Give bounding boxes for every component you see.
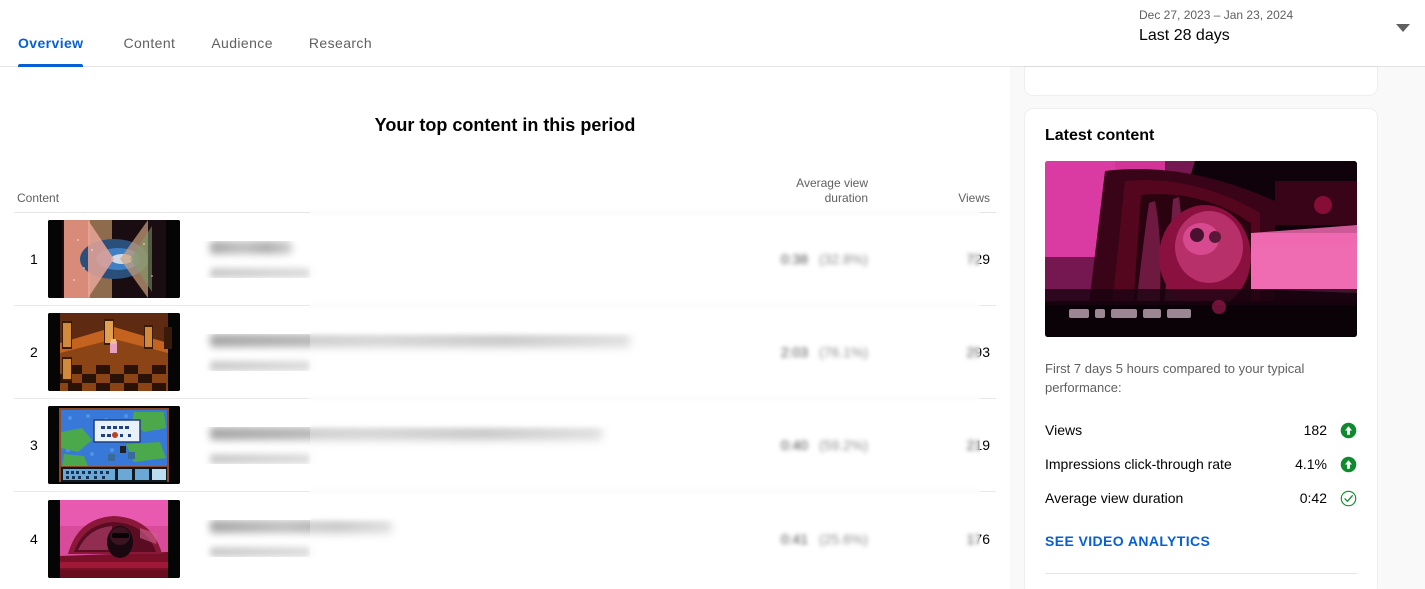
metric-row-views: Views 182	[1045, 413, 1357, 447]
avd-percentage: (59.2%)	[818, 437, 868, 453]
tab-content[interactable]: Content	[105, 36, 193, 67]
page-header: Overview Content Audience Research Dec 2…	[0, 0, 1425, 67]
metric-row-impressions-ctr: Impressions click-through rate 4.1%	[1045, 447, 1357, 481]
metric-row-average-view-duration: Average view duration 0:42	[1045, 481, 1357, 515]
metric-value: 4.1%	[1295, 456, 1327, 472]
arrow-up-circle-icon	[1339, 455, 1357, 473]
cell-views: 729	[966, 251, 990, 267]
avd-value: 0:38	[780, 251, 809, 267]
video-publish-date-redacted	[210, 360, 310, 371]
right-rail: Latest content First 7 days 5 hours comp…	[1025, 67, 1377, 589]
latest-video-thumbnail[interactable]	[1045, 161, 1357, 337]
video-thumbnail[interactable]	[48, 220, 180, 298]
tab-content-label: Content	[123, 35, 176, 51]
column-header-avd-line1: Average view	[796, 176, 868, 190]
analytics-overview-page: Overview Content Audience Research Dec 2…	[0, 0, 1425, 589]
column-header-average-view-duration: Average view duration	[666, 176, 876, 206]
see-video-analytics-link[interactable]: SEE VIDEO ANALYTICS	[1045, 533, 1210, 549]
cell-average-view-duration: 2:03 (76.1%)	[666, 344, 876, 360]
analytics-tabs: Overview Content Audience Research	[0, 0, 390, 67]
tab-research-label: Research	[308, 35, 373, 51]
performance-comparison-note: First 7 days 5 hours compared to your ty…	[1045, 361, 1305, 395]
row-rank: 2	[30, 344, 38, 360]
video-publish-date-redacted	[210, 453, 310, 464]
video-thumbnail[interactable]	[48, 499, 180, 578]
avd-percentage: (32.8%)	[818, 251, 868, 267]
cell-average-view-duration: 0:38 (32.8%)	[666, 251, 876, 267]
table-row[interactable]: 4 0:41 (25.6%) 176	[14, 492, 996, 585]
metric-value: 0:42	[1299, 490, 1327, 506]
latest-content-heading: Latest content	[1045, 127, 1155, 144]
video-thumbnail[interactable]	[48, 406, 180, 484]
avd-percentage: (25.6%)	[818, 530, 868, 547]
date-range-text: Dec 27, 2023 – Jan 23, 2024	[1139, 8, 1294, 22]
date-range-label: Last 28 days	[1139, 27, 1230, 44]
avd-value: 0:41	[780, 530, 809, 547]
video-title-redacted	[210, 240, 292, 254]
video-title-redacted	[210, 426, 602, 440]
avd-value: 2:03	[780, 344, 809, 360]
video-meta	[180, 426, 666, 464]
metric-label: Views	[1045, 422, 1083, 438]
cell-views: 293	[966, 344, 990, 360]
tab-overview[interactable]: Overview	[18, 36, 105, 67]
video-meta	[180, 240, 666, 278]
row-rank: 3	[30, 437, 38, 453]
avd-value: 0:40	[780, 437, 809, 453]
video-meta	[180, 333, 666, 371]
arrow-up-circle-icon	[1339, 421, 1357, 439]
row-rank: 4	[30, 530, 38, 547]
tab-overview-label: Overview	[18, 35, 84, 51]
page-title: Your top content in this period	[374, 115, 636, 135]
avd-percentage: (76.1%)	[818, 344, 868, 360]
tab-audience-label: Audience	[211, 35, 273, 51]
previous-card-partial	[1025, 67, 1377, 95]
top-content-panel: Your top content in this period Content …	[0, 67, 1010, 589]
tab-audience[interactable]: Audience	[193, 36, 291, 67]
video-meta	[180, 520, 666, 557]
top-content-table: Content Average view duration Views 1 0:…	[0, 171, 1010, 585]
check-circle-icon	[1339, 489, 1357, 507]
video-title-redacted	[210, 333, 630, 347]
column-header-content: Content	[17, 191, 60, 205]
cell-views: 219	[966, 437, 990, 453]
column-header-views: Views	[958, 191, 990, 205]
chevron-down-icon[interactable]	[1396, 24, 1410, 32]
table-row[interactable]: 2 2:03 (76.1%) 293	[14, 306, 996, 399]
column-header-avd-line2: duration	[824, 191, 868, 205]
video-title-redacted	[210, 520, 392, 533]
video-publish-date-redacted	[210, 547, 310, 557]
video-publish-date-redacted	[210, 267, 310, 278]
cell-views: 176	[966, 530, 990, 547]
video-thumbnail[interactable]	[48, 313, 180, 391]
cell-average-view-duration: 0:40 (59.2%)	[666, 437, 876, 453]
card-divider	[1045, 573, 1357, 574]
cell-average-view-duration: 0:41 (25.6%)	[666, 531, 876, 547]
table-header-row: Content Average view duration Views	[14, 171, 996, 213]
metric-label: Average view duration	[1045, 490, 1184, 506]
table-row[interactable]: 1 0:38 (32.8%) 729	[14, 213, 996, 306]
table-row[interactable]: 3 0:40 (59.2%) 219	[14, 399, 996, 492]
date-range-picker[interactable]: Dec 27, 2023 – Jan 23, 2024 Last 28 days	[1107, 6, 1410, 48]
metric-value: 182	[1303, 422, 1327, 438]
metric-label: Impressions click-through rate	[1045, 456, 1232, 472]
tab-research[interactable]: Research	[291, 36, 390, 67]
latest-content-card: Latest content First 7 days 5 hours comp…	[1025, 109, 1377, 589]
latest-content-metrics: Views 182 Impressions click-through rate…	[1045, 413, 1357, 515]
row-rank: 1	[30, 251, 38, 267]
